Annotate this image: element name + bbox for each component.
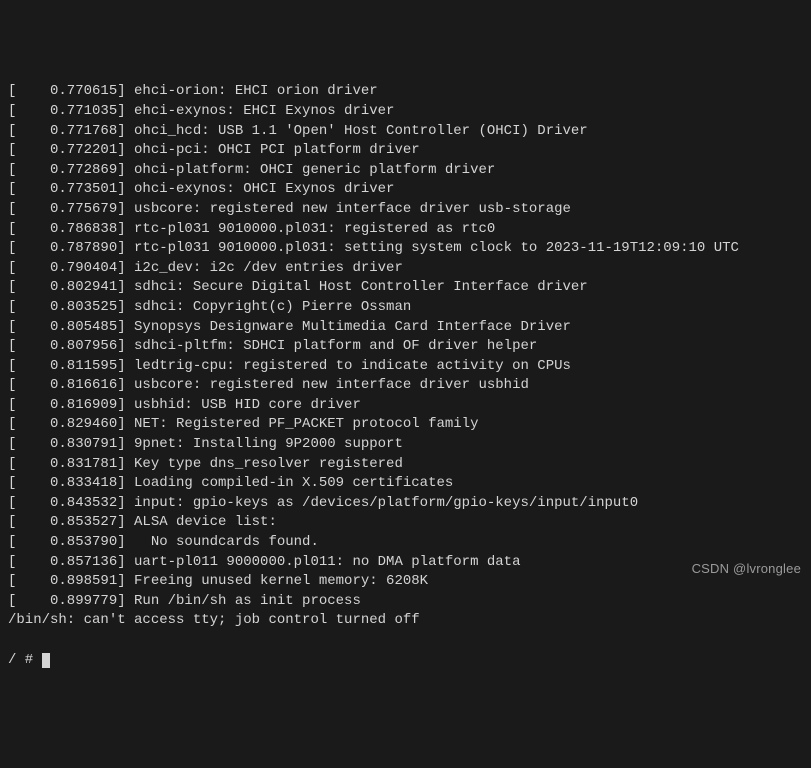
- log-line: [ 0.811595] ledtrig-cpu: registered to i…: [8, 357, 803, 377]
- log-line: [ 0.771768] ohci_hcd: USB 1.1 'Open' Hos…: [8, 122, 803, 142]
- log-line: [ 0.899779] Run /bin/sh as init process: [8, 592, 803, 612]
- log-line: [ 0.831781] Key type dns_resolver regist…: [8, 455, 803, 475]
- log-line: [ 0.853527] ALSA device list:: [8, 513, 803, 533]
- watermark: CSDN @lvronglee: [692, 560, 801, 578]
- log-line: [ 0.803525] sdhci: Copyright(c) Pierre O…: [8, 298, 803, 318]
- log-line: [ 0.816616] usbcore: registered new inte…: [8, 376, 803, 396]
- log-line: [ 0.771035] ehci-exynos: EHCI Exynos dri…: [8, 102, 803, 122]
- shell-prompt[interactable]: / #: [8, 652, 50, 668]
- log-line: [ 0.829460] NET: Registered PF_PACKET pr…: [8, 415, 803, 435]
- terminal-output: [ 0.770615] ehci-orion: EHCI orion drive…: [8, 82, 803, 631]
- log-line: [ 0.773501] ohci-exynos: OHCI Exynos dri…: [8, 180, 803, 200]
- log-line: [ 0.807956] sdhci-pltfm: SDHCI platform …: [8, 337, 803, 357]
- log-line: [ 0.772869] ohci-platform: OHCI generic …: [8, 161, 803, 181]
- log-line: [ 0.898591] Freeing unused kernel memory…: [8, 572, 803, 592]
- log-line: [ 0.770615] ehci-orion: EHCI orion drive…: [8, 82, 803, 102]
- cursor-icon: [42, 653, 50, 668]
- log-line: [ 0.843532] input: gpio-keys as /devices…: [8, 494, 803, 514]
- log-line: [ 0.786838] rtc-pl031 9010000.pl031: reg…: [8, 220, 803, 240]
- log-line: [ 0.775679] usbcore: registered new inte…: [8, 200, 803, 220]
- log-line: /bin/sh: can't access tty; job control t…: [8, 611, 803, 631]
- log-line: [ 0.830791] 9pnet: Installing 9P2000 sup…: [8, 435, 803, 455]
- log-line: [ 0.833418] Loading compiled-in X.509 ce…: [8, 474, 803, 494]
- log-line: [ 0.816909] usbhid: USB HID core driver: [8, 396, 803, 416]
- log-line: [ 0.790404] i2c_dev: i2c /dev entries dr…: [8, 259, 803, 279]
- prompt-text: / #: [8, 652, 42, 668]
- log-line: [ 0.787890] rtc-pl031 9010000.pl031: set…: [8, 239, 803, 259]
- log-line: [ 0.772201] ohci-pci: OHCI PCI platform …: [8, 141, 803, 161]
- log-line: [ 0.805485] Synopsys Designware Multimed…: [8, 318, 803, 338]
- log-line: [ 0.853790] No soundcards found.: [8, 533, 803, 553]
- log-line: [ 0.857136] uart-pl011 9000000.pl011: no…: [8, 553, 803, 573]
- log-line: [ 0.802941] sdhci: Secure Digital Host C…: [8, 278, 803, 298]
